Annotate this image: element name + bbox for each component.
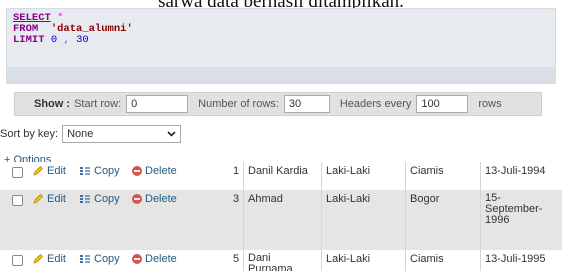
row-checkbox[interactable] [12,255,23,266]
copy-button[interactable]: Copy [79,193,120,205]
table-row: Edit Copy Delete 5 Dani Purnama Laki-Lak… [0,250,562,271]
edit-label: Edit [47,193,66,205]
column-divider [405,190,406,250]
sql-count: 30 [76,34,89,46]
cell-gender: Laki-Laki [326,165,371,177]
column-divider [243,250,244,271]
copy-icon [80,167,90,175]
copy-button[interactable]: Copy [79,165,120,177]
column-divider [480,250,481,271]
column-divider [480,190,481,250]
delete-button[interactable]: Delete [132,193,177,205]
edit-button[interactable]: Edit [32,193,66,205]
column-divider [243,162,244,190]
cell-name: Ahmad [248,193,283,205]
copy-label: Copy [94,193,120,205]
start-row-input[interactable] [126,95,189,113]
delete-label: Delete [145,193,177,205]
cell-id: 1 [233,165,240,177]
chevron-down-icon [167,131,176,137]
copy-label: Copy [94,253,120,265]
edit-label: Edit [47,165,66,177]
cell-date: 13-Juli-1994 [485,165,546,177]
number-of-rows-label: Number of rows: [198,98,279,110]
sql-code: SELECT * FROM 'data_alumni' LIMIT 0 , 30 [13,13,133,46]
edit-button[interactable]: Edit [32,253,66,265]
delete-icon [132,254,142,264]
delete-label: Delete [145,253,177,265]
cell-name: Dani Purnama [248,252,293,271]
column-divider [405,162,406,190]
table-row: Edit Copy Delete 3 Ahmad Laki-Laki Bogor… [0,190,562,250]
column-divider [405,250,406,271]
cell-city: Bogor [410,193,440,205]
sort-by-key-value: None [67,128,94,140]
sort-by-key-row: Sort by key: None [0,124,182,144]
column-divider [243,190,244,250]
delete-icon [132,194,142,204]
column-divider [480,162,481,190]
column-divider [321,190,322,250]
cell-city: Ciamis [410,165,444,177]
cell-id: 5 [233,253,240,265]
cell-date: 13-Juli-1995 [485,253,546,265]
number-of-rows-input[interactable] [283,95,330,113]
cell-city: Ciamis [410,253,444,265]
edit-button[interactable]: Edit [32,165,66,177]
table-row: Edit Copy Delete 1 Danil Kardia Laki-Lak… [0,162,562,190]
copy-icon [80,195,90,203]
copy-icon [80,255,90,263]
pencil-icon [33,253,44,264]
row-checkbox[interactable] [12,195,23,206]
delete-button[interactable]: Delete [132,165,177,177]
cell-gender: Laki-Laki [326,253,371,265]
sql-offset: 0 [50,34,58,46]
delete-icon [132,166,142,176]
edit-label: Edit [47,253,66,265]
sort-by-key-label: Sort by key: [0,128,59,140]
delete-button[interactable]: Delete [132,253,177,265]
column-divider [321,162,322,190]
headers-every-label: Headers every [339,98,412,110]
cell-date: 15- September- 1996 [485,192,543,226]
sort-by-key-select[interactable]: None [62,125,182,143]
copy-label: Copy [94,165,120,177]
copy-button[interactable]: Copy [79,253,120,265]
cell-id: 3 [233,193,240,205]
cell-name: Danil Kardia [248,165,308,177]
sql-box-footer [7,67,555,83]
rows-label: rows [478,98,502,110]
column-divider [321,250,322,271]
sql-comma: , [63,34,70,46]
sql-limit-keyword: LIMIT [13,34,45,46]
headers-every-input[interactable] [416,95,469,113]
start-row-label: Start row: [74,98,122,110]
delete-label: Delete [145,165,177,177]
row-checkbox[interactable] [12,167,23,178]
pencil-icon [33,165,44,176]
navigation-bar: Show : Start row: Number of rows: Header… [14,92,542,116]
sql-query-box: SELECT * FROM 'data_alumni' LIMIT 0 , 30 [6,8,556,84]
cell-gender: Laki-Laki [326,193,371,205]
pencil-icon [33,193,44,204]
show-label: Show : [34,98,71,110]
